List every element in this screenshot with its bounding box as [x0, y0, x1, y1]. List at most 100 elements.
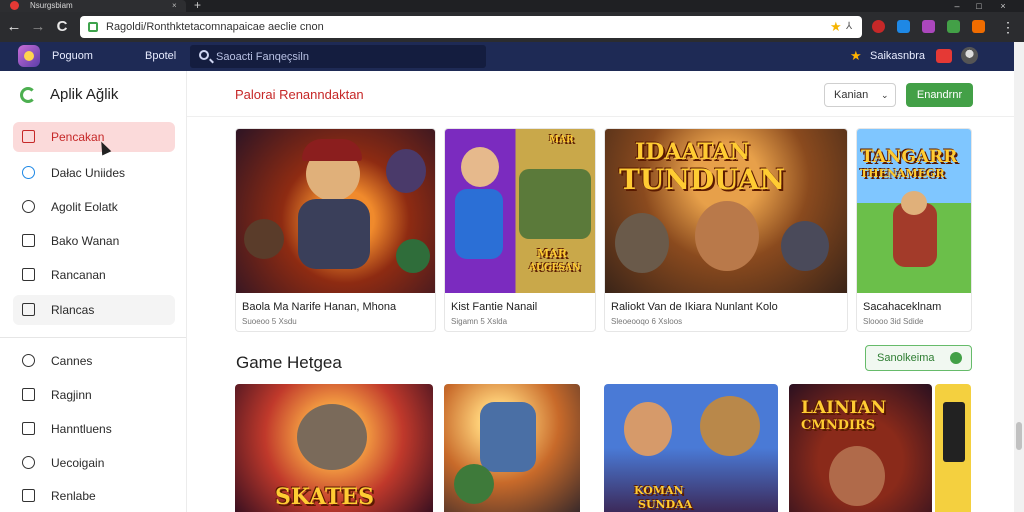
favicon-icon	[10, 1, 19, 10]
app-header: Poguom Bpotel ★ Saikasnbra	[0, 42, 1014, 71]
cover-title: KOMAN	[634, 484, 684, 497]
game-cover-image: IDAATAN TUNDUAN	[605, 129, 847, 293]
sidebar: Aplik Ağlik Pencakan Dałac Uniides Agoli…	[0, 71, 187, 512]
sidebar-title: Aplik Ağlik	[50, 86, 119, 103]
sidebar-item-agolit-eolatk[interactable]: Agolit Eolatk	[13, 192, 175, 222]
app-logo-icon[interactable]	[18, 45, 40, 67]
cover-title: MAR	[537, 247, 567, 260]
sidebar-item-bako-wanan[interactable]: Bako Wanan	[13, 226, 175, 256]
sidebar-item-label: Dałac Uniides	[51, 166, 126, 180]
users-icon	[22, 354, 35, 367]
cover-title: THENAMEGR	[860, 167, 945, 180]
sidebar-item-renlabe[interactable]: Renlabe	[13, 481, 175, 511]
browser-tabstrip: Nsurgsbiam × + – □ ×	[0, 0, 1024, 12]
address-bar[interactable]: Ragoldi/Ronthktetacomnapaicae aeclie cno…	[80, 16, 862, 38]
game-card[interactable]: KOMAN SUNDAA	[604, 384, 778, 512]
sidebar-item-dalac-uniides[interactable]: Dałac Uniides	[13, 158, 175, 188]
list-icon	[22, 234, 35, 247]
puzzle-icon	[22, 200, 35, 213]
user-badge-icon: ★	[850, 48, 862, 63]
scrollbar-thumb[interactable]	[1016, 422, 1022, 450]
game-card[interactable]	[935, 384, 971, 512]
extension-icon[interactable]	[972, 20, 985, 33]
sidebar-item-label: Bako Wanan	[51, 234, 120, 248]
extension-icon[interactable]	[872, 20, 885, 33]
checkbox-icon	[22, 422, 35, 435]
sidebar-divider	[0, 337, 186, 338]
sidebar-item-label: Rancanan	[51, 268, 106, 282]
card-meta: Sigamn 5 Xslda	[451, 317, 508, 326]
sidebar-item-pencakan[interactable]: Pencakan	[13, 122, 175, 152]
cover-title: SUNDAA	[638, 498, 693, 511]
cover-title: AUGESAN	[529, 263, 581, 273]
tab-title: Nsurgsbiam	[30, 1, 73, 10]
cover-title: IDAATAN	[635, 139, 750, 165]
checkbox-icon	[22, 388, 35, 401]
square-icon	[22, 489, 35, 502]
game-card[interactable]: TANGARR THENAMEGR Sacahaceklnam Sloooo 3…	[856, 128, 972, 332]
arrow-icon	[950, 352, 962, 364]
section-header: Palorai Renanndaktan Kanian ⌄ Enandrnr	[187, 71, 1014, 117]
header-link[interactable]: Bpotel	[145, 42, 176, 71]
sidebar-item-uecoigain[interactable]: Uecoigain	[13, 448, 175, 478]
extension-icon[interactable]	[897, 20, 910, 33]
notification-icon[interactable]	[936, 49, 952, 63]
see-all-button[interactable]: Sanolkeima	[865, 345, 972, 371]
sidebar-item-hanntluens[interactable]: Hanntluens	[13, 414, 175, 444]
check-icon	[22, 268, 35, 281]
primary-action-button[interactable]: Enandrnr	[906, 83, 973, 107]
game-card[interactable]: IDAATAN TUNDUAN Raliokt Van de Ikiara Nu…	[604, 128, 848, 332]
game-card[interactable]: SKATES	[235, 384, 433, 512]
section-title: Game Hetgea	[236, 353, 342, 372]
secure-page-icon	[88, 22, 98, 32]
search-input[interactable]	[216, 45, 476, 68]
sidebar-item-cannes[interactable]: Cannes	[13, 346, 175, 376]
tab-close-icon[interactable]: ×	[172, 0, 177, 12]
browser-menu-icon[interactable]: ⋮	[998, 17, 1018, 37]
game-card[interactable]	[444, 384, 580, 512]
app-name[interactable]: Poguom	[52, 42, 93, 71]
card-title: Sacahaceklnam	[863, 301, 942, 313]
avatar[interactable]	[961, 47, 978, 64]
forward-icon[interactable]: →	[28, 17, 48, 37]
card-meta: Suoeoo 5 Xsdu	[242, 317, 297, 326]
cover-title: CMNDIRS	[801, 418, 876, 433]
browser-tab[interactable]: Nsurgsbiam ×	[0, 0, 186, 12]
main-content: Palorai Renanndaktan Kanian ⌄ Enandrnr B…	[187, 71, 1014, 512]
grid-icon	[22, 130, 35, 143]
brand-icon	[20, 87, 36, 103]
bookmark-star-icon[interactable]: ★	[830, 18, 842, 36]
back-icon[interactable]: ←	[4, 17, 24, 37]
settings-icon	[22, 456, 35, 469]
sidebar-item-rlancas[interactable]: Rlancas	[13, 295, 175, 325]
cover-title: TUNDUAN	[619, 163, 786, 196]
game-card[interactable]: Baola Ma Narife Hanan, Mhona Suoeoo 5 Xs…	[235, 128, 436, 332]
extension-icon[interactable]	[947, 20, 960, 33]
sidebar-item-rancanan[interactable]: Rancanan	[13, 260, 175, 290]
globe-icon	[22, 166, 35, 179]
translate-icon[interactable]: ⅄	[846, 19, 852, 35]
cover-title: SKATES	[275, 484, 375, 510]
close-window-icon[interactable]: ×	[996, 0, 1010, 12]
sidebar-item-label: Pencakan	[51, 130, 105, 144]
sidebar-item-ragjinn[interactable]: Ragjinn	[13, 380, 175, 410]
extension-icon[interactable]	[922, 20, 935, 33]
sidebar-item-label: Rlancas	[51, 303, 95, 317]
url-text[interactable]: Ragoldi/Ronthktetacomnapaicae aeclie cno…	[106, 16, 324, 38]
chevron-down-icon: ⌄	[881, 90, 889, 100]
reload-icon[interactable]: C	[52, 17, 72, 37]
minimize-icon[interactable]: –	[950, 0, 964, 12]
game-card[interactable]: LAINIAN CMNDIRS	[789, 384, 932, 512]
user-name[interactable]: Saikasnbra	[870, 42, 925, 71]
game-card[interactable]: MAR MAR AUGESAN Kist Fantie Nanail Sigam…	[444, 128, 596, 332]
sort-dropdown[interactable]: Kanian ⌄	[824, 83, 896, 107]
card-meta: Sloooo 3id Sdide	[863, 317, 924, 326]
maximize-icon[interactable]: □	[972, 0, 986, 12]
sidebar-item-label: Renlabe	[51, 489, 96, 503]
new-tab-icon[interactable]: +	[194, 0, 201, 11]
cover-title: MAR	[549, 135, 574, 145]
game-cover-image	[236, 129, 435, 293]
card-meta: Sleoeooqo 6 Xsloos	[611, 317, 683, 326]
sidebar-item-label: Hanntluens	[51, 422, 112, 436]
app-search[interactable]	[190, 45, 486, 68]
